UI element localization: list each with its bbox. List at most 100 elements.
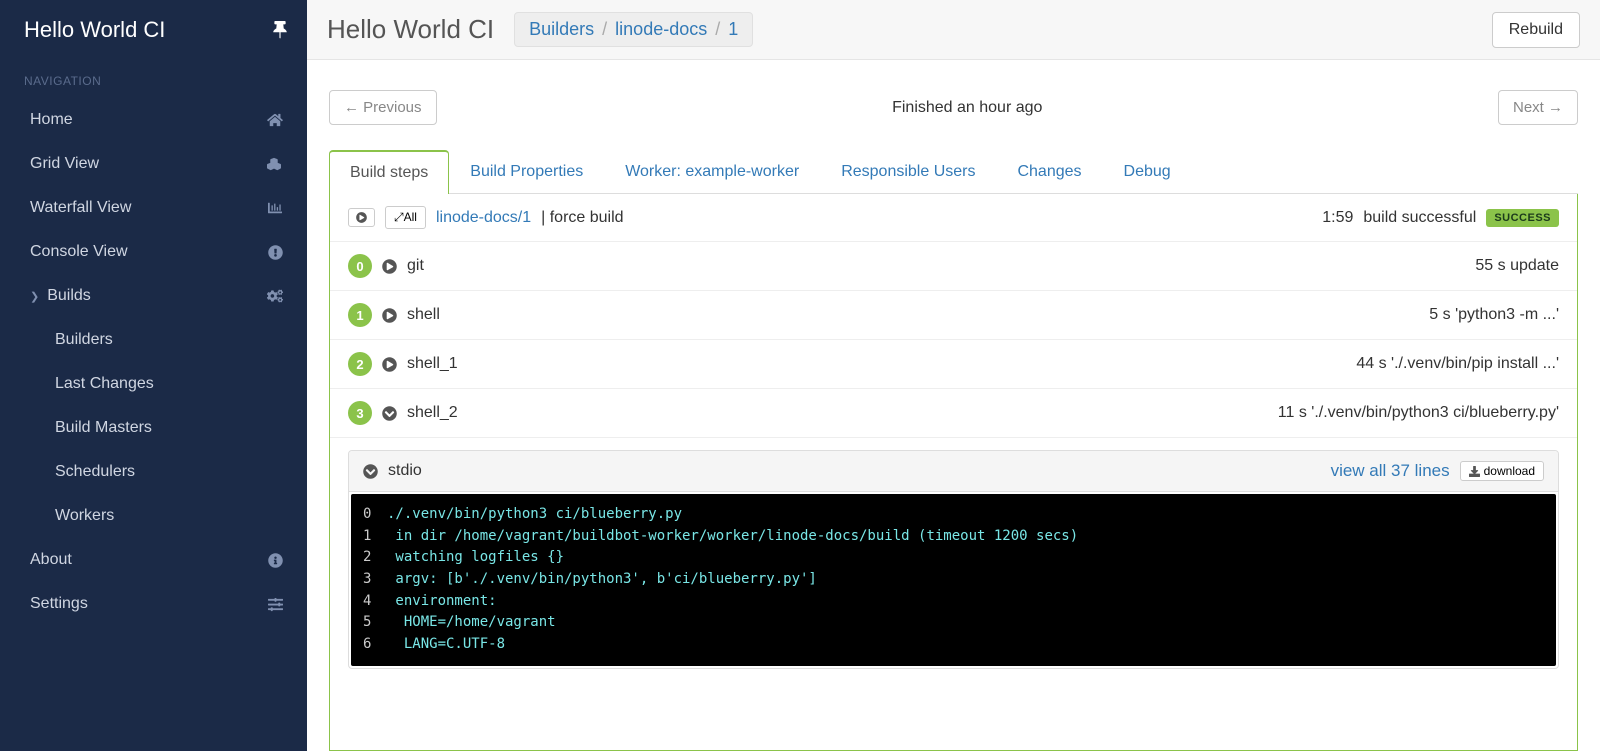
sidebar-header: Hello World CI: [0, 0, 307, 60]
nav-label: Builders: [55, 331, 113, 349]
tab-worker[interactable]: Worker: example-worker: [604, 150, 820, 194]
play-circle-icon[interactable]: [382, 357, 397, 372]
chevron-down-icon[interactable]: [363, 464, 378, 479]
sliders-icon: [268, 597, 283, 612]
nav-about[interactable]: About: [0, 538, 307, 582]
cubes-icon: [265, 157, 283, 171]
step-row[interactable]: 3 shell_2 11 s './.venv/bin/python3 ci/blu…: [330, 389, 1577, 438]
nav-builders[interactable]: Builders: [0, 318, 307, 362]
line-text: ./.venv/bin/python3 ci/blueberry.py: [387, 504, 682, 526]
download-label: download: [1484, 464, 1535, 478]
step-name: shell_1: [407, 355, 458, 373]
step-row[interactable]: 0 git 55 s update: [330, 242, 1577, 291]
nav-console-view[interactable]: Console View: [0, 230, 307, 274]
chevron-down-icon[interactable]: [382, 406, 397, 421]
tab-debug[interactable]: Debug: [1103, 150, 1192, 194]
nav-label: Settings: [30, 595, 88, 613]
step-name: git: [407, 257, 424, 275]
nav-schedulers[interactable]: Schedulers: [0, 450, 307, 494]
finished-text: Finished an hour ago: [892, 99, 1042, 117]
breadcrumb-builder-name[interactable]: linode-docs: [615, 19, 707, 40]
line-text: environment:: [387, 591, 497, 613]
expand-all-button[interactable]: ⤢All: [385, 206, 426, 229]
build-desc: | force build: [541, 209, 623, 227]
step-name: shell_2: [407, 404, 458, 422]
build-summary-row: ⤢All linode-docs/1 | force build 1:59 bu…: [330, 194, 1577, 242]
nav-build-masters[interactable]: Build Masters: [0, 406, 307, 450]
tab-build-properties[interactable]: Build Properties: [449, 150, 604, 194]
step-number: 1: [348, 303, 372, 327]
nav-label: Workers: [55, 507, 114, 525]
step-summary: 11 s './.venv/bin/python3 ci/blueberry.p…: [1278, 404, 1559, 422]
line-text: watching logfiles {}: [387, 547, 564, 569]
app-title[interactable]: Hello World CI: [24, 17, 165, 43]
line-number: 4: [363, 591, 387, 613]
chevron-right-icon: ❯: [30, 290, 39, 303]
stdio-block: stdio view all 37 lines download 0./.ven…: [348, 450, 1559, 669]
next-button[interactable]: Next →: [1498, 90, 1578, 125]
play-circle-icon[interactable]: [382, 308, 397, 323]
nav-section-label: NAVIGATION: [0, 60, 307, 98]
step-summary: 55 s update: [1475, 257, 1559, 275]
nav-grid-view[interactable]: Grid View: [0, 142, 307, 186]
steps-panel: ⤢All linode-docs/1 | force build 1:59 bu…: [329, 194, 1578, 751]
stdio-header: stdio view all 37 lines download: [349, 451, 1558, 492]
terminal-line: 2 watching logfiles {}: [363, 547, 1544, 569]
build-nav-row: ← Previous Finished an hour ago Next →: [329, 90, 1578, 125]
line-number: 1: [363, 526, 387, 548]
tab-build-steps[interactable]: Build steps: [329, 150, 449, 194]
view-all-lines-link[interactable]: view all 37 lines: [1331, 461, 1450, 481]
play-circle-icon[interactable]: [382, 259, 397, 274]
line-number: 0: [363, 504, 387, 526]
tab-changes[interactable]: Changes: [996, 150, 1102, 194]
terminal-line: 5 HOME=/home/vagrant: [363, 612, 1544, 634]
tab-responsible-users[interactable]: Responsible Users: [820, 150, 996, 194]
nav-label: Home: [30, 111, 73, 129]
pin-icon[interactable]: [273, 21, 287, 39]
breadcrumb-sep: /: [602, 19, 607, 40]
status-badge: SUCCESS: [1486, 209, 1559, 227]
download-icon: [1469, 466, 1480, 477]
nav-label: Builds: [47, 287, 91, 305]
main: Hello World CI Builders / linode-docs / …: [307, 0, 1600, 751]
nav-settings[interactable]: Settings: [0, 582, 307, 626]
bar-chart-icon: [267, 201, 283, 215]
tabs: Build steps Build Properties Worker: exa…: [329, 150, 1578, 194]
line-number: 6: [363, 634, 387, 656]
line-text: LANG=C.UTF-8: [387, 634, 505, 656]
expand-all-label: All: [404, 210, 417, 224]
breadcrumb-builders[interactable]: Builders: [529, 19, 594, 40]
build-duration: 1:59: [1322, 209, 1353, 227]
sidebar: Hello World CI NAVIGATION Home Grid View…: [0, 0, 307, 751]
terminal-line: 0./.venv/bin/python3 ci/blueberry.py: [363, 504, 1544, 526]
terminal-line: 1 in dir /home/vagrant/buildbot-worker/w…: [363, 526, 1544, 548]
step-summary: 44 s './.venv/bin/pip install ...': [1356, 355, 1559, 373]
step-number: 0: [348, 254, 372, 278]
page-title: Hello World CI: [327, 14, 494, 45]
nav-label: Build Masters: [55, 419, 152, 437]
breadcrumb: Builders / linode-docs / 1: [514, 12, 753, 47]
step-summary: 5 s 'python3 -m ...': [1429, 306, 1559, 324]
home-icon: [267, 113, 283, 127]
nav-builds[interactable]: ❯ Builds: [0, 274, 307, 318]
step-row[interactable]: 1shell5 s 'python3 -m ...': [330, 291, 1577, 340]
step-row[interactable]: 2 shell_1 44 s './.venv/bin/pip install ..…: [330, 340, 1577, 389]
nav-waterfall-view[interactable]: Waterfall View: [0, 186, 307, 230]
rebuild-button[interactable]: Rebuild: [1492, 12, 1580, 48]
step-number: 3: [348, 401, 372, 425]
toggle-step-button[interactable]: [348, 208, 375, 227]
breadcrumb-build-number[interactable]: 1: [728, 19, 738, 40]
terminal-line: 6 LANG=C.UTF-8: [363, 634, 1544, 656]
cogs-icon: [267, 289, 283, 303]
build-link[interactable]: linode-docs/1: [436, 209, 531, 227]
previous-button[interactable]: ← Previous: [329, 90, 437, 125]
nav-workers[interactable]: Workers: [0, 494, 307, 538]
nav-last-changes[interactable]: Last Changes: [0, 362, 307, 406]
download-button[interactable]: download: [1460, 461, 1544, 481]
build-status-text: build successful: [1363, 209, 1476, 227]
stdio-title: stdio: [388, 462, 422, 480]
step-number: 2: [348, 352, 372, 376]
terminal-output: 0./.venv/bin/python3 ci/blueberry.py1 in…: [351, 494, 1556, 666]
line-number: 2: [363, 547, 387, 569]
nav-home[interactable]: Home: [0, 98, 307, 142]
